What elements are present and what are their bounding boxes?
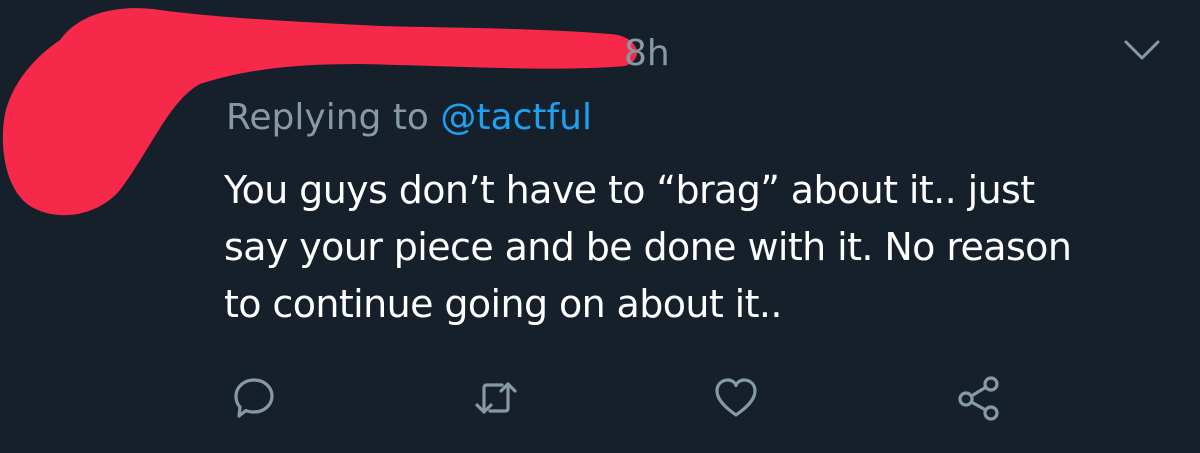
like-button[interactable] [712,374,760,422]
share-icon [958,376,999,421]
tweet-text: You guys don’t have to “brag” about it..… [224,162,1174,333]
tweet-text-line: say your piece and be done with it. No r… [224,225,1072,269]
heart-icon [715,378,757,417]
share-button[interactable] [955,374,1003,422]
tweet-timestamp: 8h [624,33,670,74]
tweet-menu-button[interactable] [1122,38,1162,62]
retweet-icon [475,382,517,414]
reply-button[interactable] [230,374,278,422]
tweet-text-line: to continue going on about it.. [224,282,783,326]
reply-icon [234,378,274,418]
tweet-card: 8h Replying to @tactful You guys don’t h… [0,0,1200,453]
replying-to-label: Replying to [226,97,441,138]
replying-to-line: Replying to @tactful [226,94,592,142]
tweet-text-line: You guys don’t have to “brag” about it..… [224,168,1035,212]
chevron-down-icon [1124,40,1160,60]
retweet-button[interactable] [472,374,520,422]
replying-to-handle-link[interactable]: @tactful [440,97,592,138]
